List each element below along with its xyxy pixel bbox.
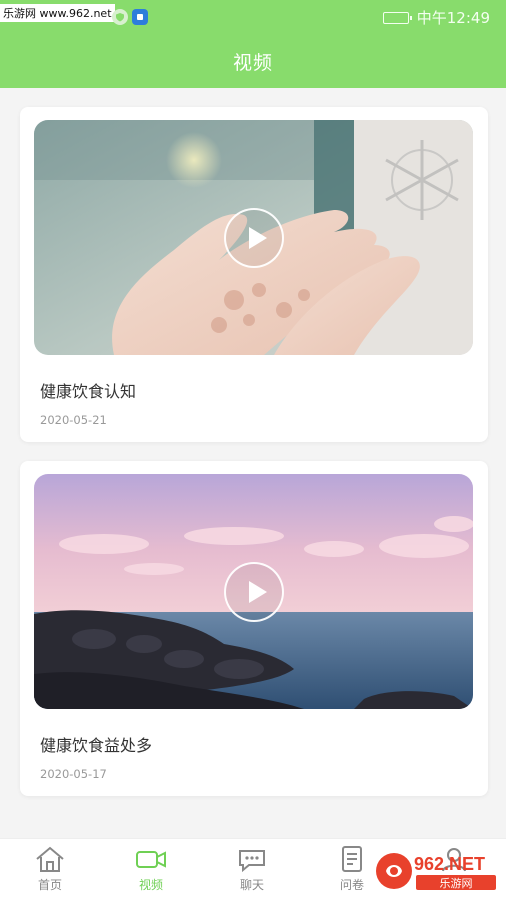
play-icon[interactable] (223, 207, 284, 268)
battery-icon (382, 11, 412, 24)
watermark-text: 乐游网 www.962.net (0, 4, 115, 22)
tab-label: 视频 (138, 878, 163, 892)
video-date: 2020-05-21 (40, 413, 107, 427)
status-right: 中午12:49 (382, 7, 490, 28)
status-bar: 乐游网 www.962.net 中午12:49 (0, 0, 506, 34)
video-thumbnail[interactable] (34, 474, 473, 709)
tab-label: 聊天 (239, 878, 264, 892)
watermark-logo-subtext: 乐游网 (440, 877, 473, 890)
chat-bubble-icon (239, 850, 265, 873)
tab-video[interactable]: 视频 (121, 845, 181, 893)
tab-label: 首页 (37, 878, 62, 892)
watermark-logo-text: 962.NET (414, 854, 485, 874)
tab-chat[interactable]: 聊天 (222, 845, 282, 893)
notification-icons (112, 9, 148, 25)
shield-icon (112, 9, 128, 25)
home-icon (36, 846, 64, 872)
video-title[interactable]: 健康饮食认知 (40, 378, 136, 402)
video-card[interactable]: 健康饮食益处多 2020-05-17 (20, 461, 488, 796)
page-title: 视频 (232, 52, 273, 74)
watermark-logo: 962.NET 乐游网 (376, 853, 496, 890)
app-notification-icon (132, 9, 148, 25)
video-date: 2020-05-17 (40, 767, 107, 781)
play-icon[interactable] (223, 561, 284, 622)
video-camera-icon (136, 851, 166, 868)
tab-home[interactable]: 首页 (20, 845, 80, 893)
video-title[interactable]: 健康饮食益处多 (40, 732, 152, 756)
video-card[interactable]: 健康饮食认知 2020-05-21 (20, 107, 488, 442)
clock: 中午12:49 (416, 9, 490, 27)
questionnaire-icon (342, 846, 362, 872)
tab-label: 问卷 (339, 878, 364, 892)
app-header: 乐游网 www.962.net 中午12:49 视频 (0, 0, 506, 88)
video-thumbnail[interactable] (34, 120, 473, 355)
